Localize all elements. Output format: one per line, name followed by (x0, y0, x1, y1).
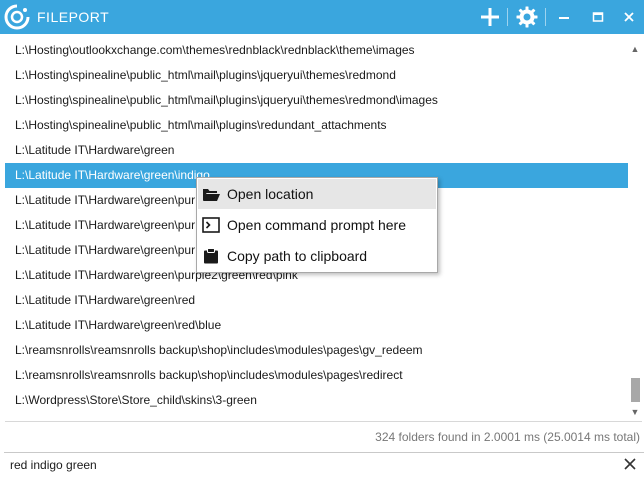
menu-item-open-location[interactable]: Open location (198, 179, 436, 209)
folder-open-icon (203, 189, 220, 201)
toolbar-divider (507, 8, 508, 26)
add-button[interactable] (477, 4, 503, 30)
scroll-up-arrow-icon[interactable]: ▲ (630, 44, 640, 54)
list-item[interactable]: L:\Hosting\outlookxchange.com\themes\red… (5, 38, 628, 63)
maximize-button[interactable] (587, 4, 609, 30)
scroll-down-arrow-icon[interactable]: ▼ (630, 407, 640, 417)
app-title: FILEPORT (37, 9, 110, 25)
search-input[interactable] (10, 456, 610, 474)
list-item[interactable]: L:\Latitude IT\Hardware\green\red (5, 288, 628, 313)
context-menu: Open location Open command prompt here C… (196, 177, 438, 273)
status-text: 324 folders found in 2.0001 ms (25.0014 … (375, 430, 640, 444)
scrollbar-thumb[interactable] (631, 378, 640, 402)
list-item[interactable]: L:\Wordpress\Store\Store_child\skins\3-g… (5, 388, 628, 413)
close-icon (624, 458, 636, 470)
list-item[interactable]: L:\Latitude IT\Hardware\green\red\blue (5, 313, 628, 338)
list-item[interactable]: L:\reamsnrolls\reamsnrolls backup\shop\i… (5, 338, 628, 363)
list-item[interactable]: L:\Latitude IT\Hardware\green (5, 138, 628, 163)
gear-icon (516, 6, 538, 28)
app-logo-icon (4, 4, 30, 30)
toolbar-divider (545, 8, 546, 26)
menu-item-open-command-prompt[interactable]: Open command prompt here (198, 210, 436, 240)
settings-button[interactable] (514, 4, 540, 30)
close-button[interactable] (618, 4, 640, 30)
menu-item-label: Copy path to clipboard (227, 248, 368, 264)
clipboard-icon (204, 248, 218, 264)
terminal-icon (202, 217, 220, 233)
plus-icon (481, 8, 499, 26)
minimize-icon (559, 17, 569, 19)
list-item[interactable]: L:\Hosting\spinealine\public_html\mail\p… (5, 63, 628, 88)
vertical-scrollbar[interactable]: ▲ ▼ (628, 38, 642, 421)
list-item[interactable]: L:\Hosting\spinealine\public_html\mail\p… (5, 88, 628, 113)
close-icon (624, 12, 634, 22)
search-bar (4, 452, 644, 477)
minimize-button[interactable] (553, 4, 575, 30)
maximize-icon (592, 12, 604, 22)
menu-item-label: Open command prompt here (227, 217, 406, 233)
list-item[interactable]: L:\reamsnrolls\reamsnrolls backup\shop\i… (5, 363, 628, 388)
clear-search-button[interactable] (622, 455, 638, 473)
list-item[interactable]: L:\Hosting\spinealine\public_html\mail\p… (5, 113, 628, 138)
menu-item-label: Open location (227, 186, 314, 202)
menu-item-copy-path[interactable]: Copy path to clipboard (198, 241, 436, 271)
divider (5, 421, 642, 422)
title-bar: FILEPORT (0, 0, 644, 34)
